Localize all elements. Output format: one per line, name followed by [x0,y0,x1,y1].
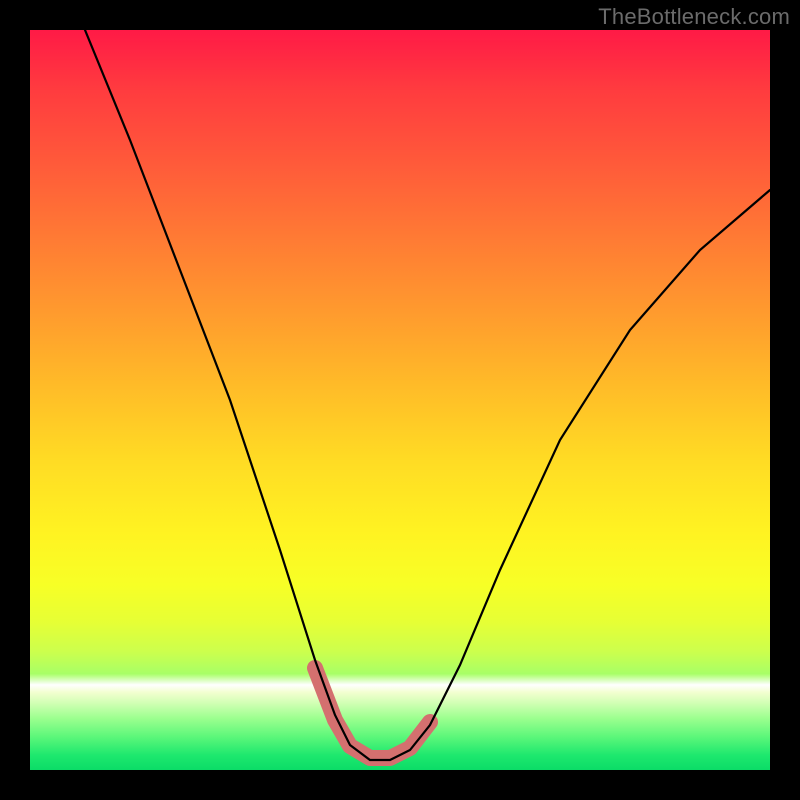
watermark-text: TheBottleneck.com [598,4,790,30]
chart-frame: TheBottleneck.com [0,0,800,800]
optimal-range-highlight [315,668,430,758]
curve-svg [30,30,770,770]
plot-area [30,30,770,770]
bottleneck-curve-line [85,30,770,760]
